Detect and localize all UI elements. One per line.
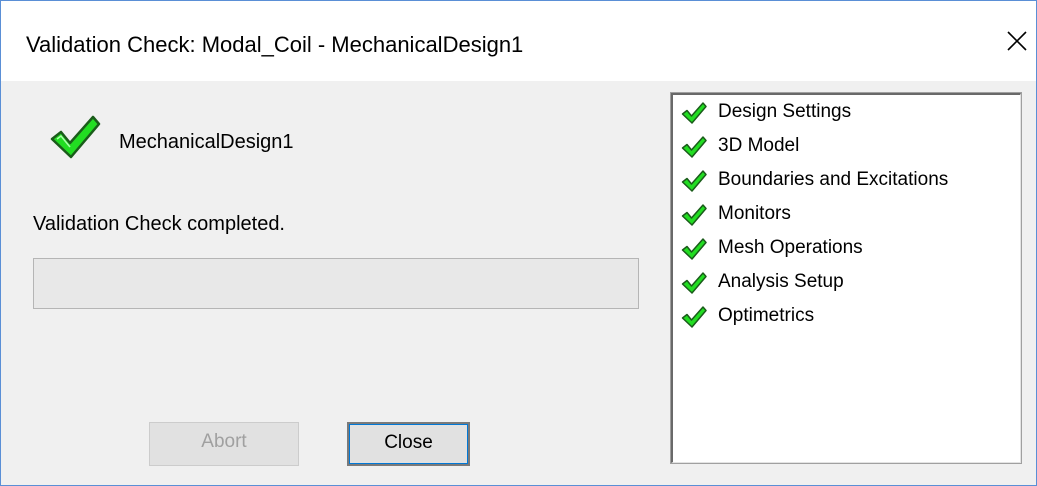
green-check-icon: [679, 101, 709, 130]
green-check-icon: [679, 305, 709, 334]
check-list-item-label: Monitors: [718, 203, 791, 224]
check-list-item-label: Design Settings: [718, 101, 852, 122]
green-check-icon: [679, 271, 709, 300]
check-list-item-label: Boundaries and Excitations: [718, 169, 949, 190]
green-check-icon: [679, 237, 709, 266]
green-check-icon: [679, 203, 709, 232]
title-bar: Validation Check: Modal_Coil - Mechanica…: [1, 1, 1036, 81]
close-button[interactable]: Close: [347, 422, 470, 466]
validation-check-list: Design Settings 3D Model Boundaries and Ex…: [670, 92, 1022, 464]
check-list-item-label: Mesh Operations: [718, 237, 863, 258]
green-check-icon: [49, 113, 101, 166]
close-window-icon[interactable]: [1005, 29, 1029, 53]
check-list-item-label: Analysis Setup: [718, 271, 844, 292]
design-name: MechanicalDesign1: [119, 131, 294, 153]
abort-button[interactable]: Abort: [149, 422, 299, 466]
progress-bar: [33, 258, 639, 309]
status-message: Validation Check completed.: [33, 213, 285, 235]
green-check-icon: [679, 169, 709, 198]
validation-dialog: Validation Check: Modal_Coil - Mechanica…: [0, 0, 1037, 486]
check-list-item-label: Optimetrics: [718, 305, 815, 326]
window-title: Validation Check: Modal_Coil - Mechanica…: [26, 32, 524, 57]
green-check-icon: [679, 135, 709, 164]
check-list-item-label: 3D Model: [718, 135, 800, 156]
